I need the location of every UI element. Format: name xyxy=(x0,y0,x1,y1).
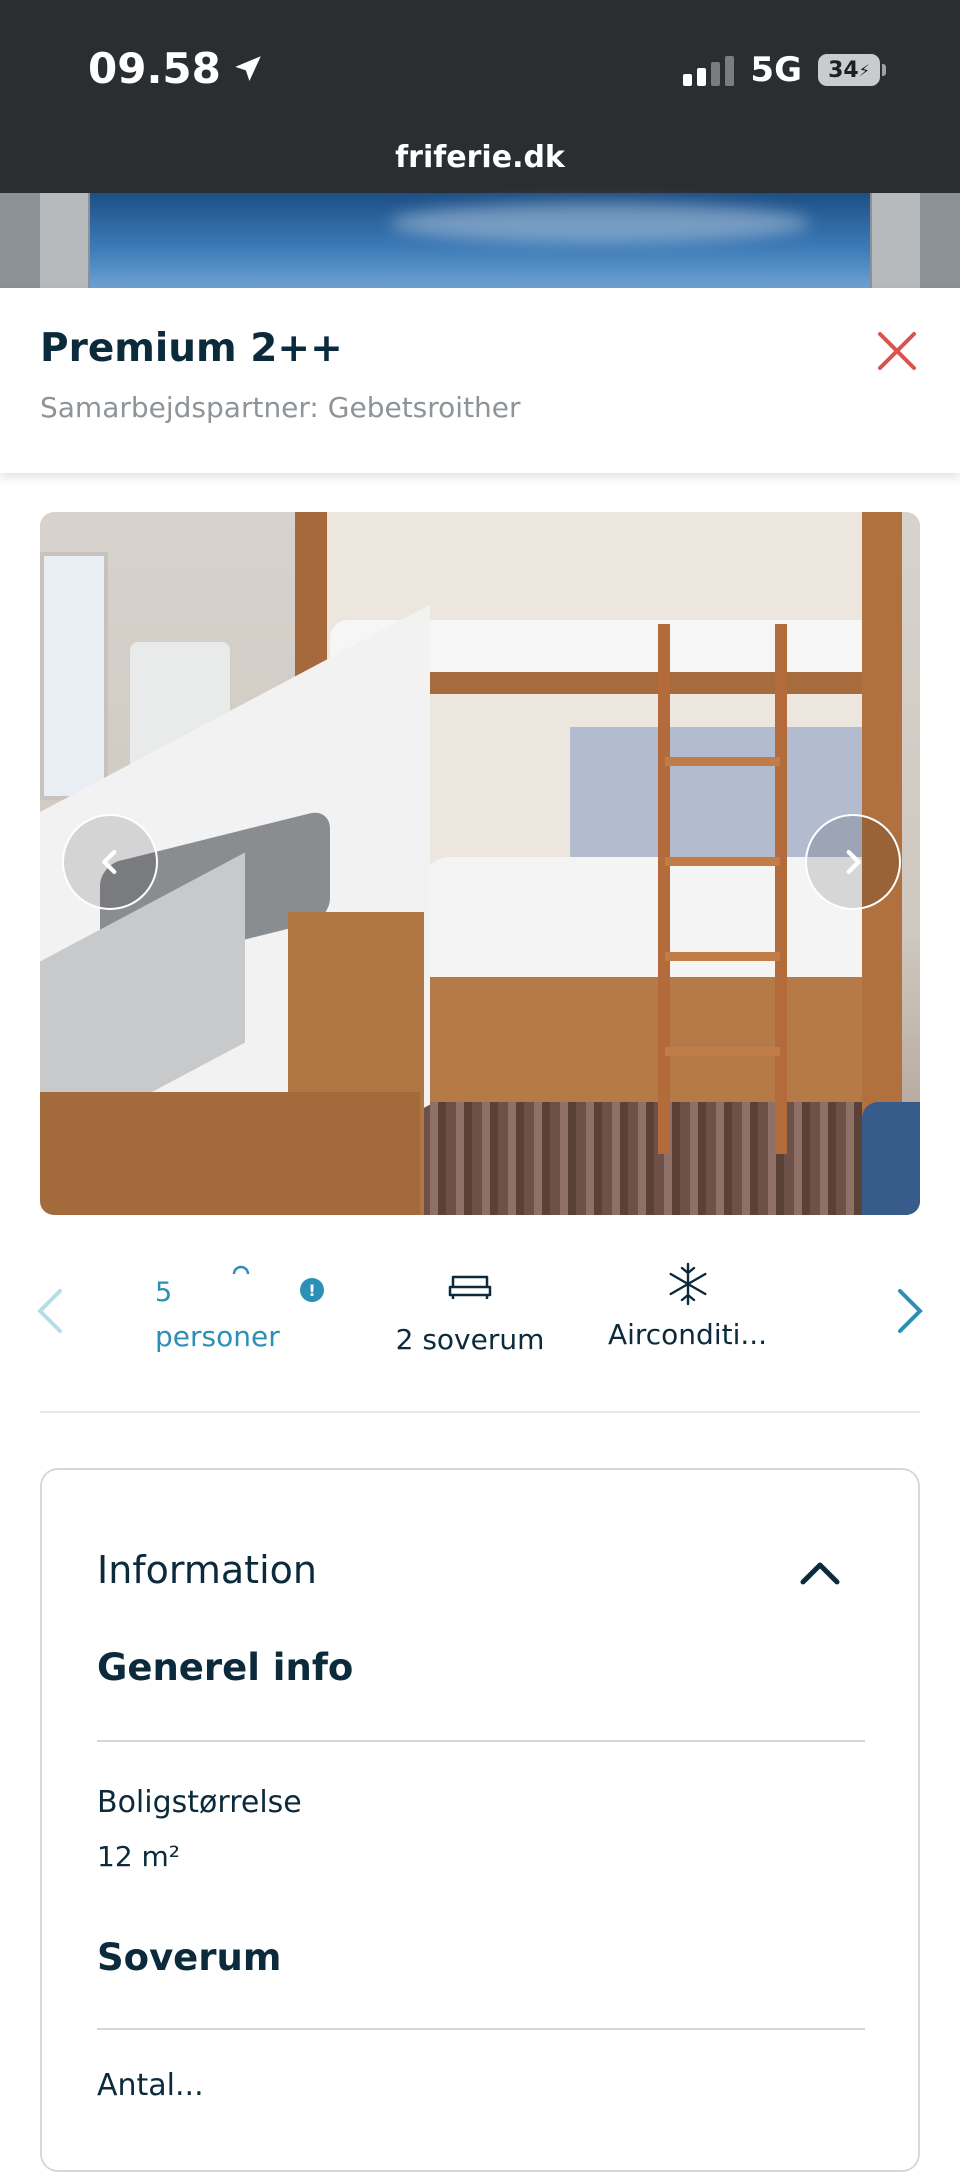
page-title: Premium 2++ xyxy=(40,326,343,371)
persons-count: 5 xyxy=(155,1277,173,1308)
gallery-prev-button[interactable] xyxy=(62,814,158,910)
chevron-right-icon xyxy=(898,1289,923,1333)
modal-header: Premium 2++ Samarbejdspartner: Gebetsroi… xyxy=(0,288,960,473)
divider xyxy=(40,1411,920,1413)
network-label: 5G xyxy=(750,50,802,90)
info-badge-icon[interactable]: ! xyxy=(300,1278,324,1302)
signal-icon xyxy=(683,54,735,86)
close-icon xyxy=(878,332,916,370)
location-arrow-icon xyxy=(235,55,261,81)
photo-gallery[interactable] xyxy=(40,512,920,1215)
background-page xyxy=(0,193,960,288)
background-photo xyxy=(90,193,870,288)
chevron-right-icon xyxy=(846,849,861,875)
features-prev-button[interactable] xyxy=(32,1283,68,1339)
status-time: 09.58 xyxy=(88,44,265,93)
status-indicators: 5G 34 ⚡ xyxy=(683,50,886,90)
feature-persons[interactable]: 5 personer xyxy=(155,1277,280,1353)
gallery-next-button[interactable] xyxy=(805,814,901,910)
partner-subtitle: Samarbejdspartner: Gebetsroither xyxy=(40,391,521,424)
close-button[interactable] xyxy=(874,328,920,374)
caravan-window xyxy=(40,552,108,800)
feature-bedrooms[interactable]: 2 soverum xyxy=(385,1265,555,1356)
section-title-general: Generel info xyxy=(97,1646,354,1689)
battery-level: 34 xyxy=(828,57,859,83)
information-panel: Information Generel info Boligstørrelse … xyxy=(40,1468,920,2172)
property-label: Antal... xyxy=(97,2068,204,2103)
features-next-button[interactable] xyxy=(892,1283,928,1339)
feature-aircon[interactable]: Airconditi... xyxy=(600,1260,775,1351)
section-title-bedrooms: Soverum xyxy=(97,1936,282,1979)
persons-icon xyxy=(232,1265,250,1275)
battery-icon: 34 ⚡ xyxy=(818,54,886,86)
property-value: 12 m² xyxy=(97,1840,181,1873)
floor xyxy=(420,1102,920,1215)
divider xyxy=(97,1740,865,1742)
information-heading[interactable]: Information xyxy=(97,1548,317,1592)
chevron-left-icon xyxy=(37,1289,62,1333)
snowflake-icon xyxy=(669,1262,706,1306)
address-bar-url[interactable]: friferie.dk xyxy=(0,140,960,175)
property-label: Boligstørrelse xyxy=(97,1785,302,1820)
bed-icon xyxy=(448,1275,492,1299)
status-bar: 09.58 5G 34 ⚡ friferie.dk xyxy=(0,0,960,193)
bedrooms-label: 2 soverum xyxy=(395,1323,545,1356)
chevron-left-icon xyxy=(102,849,117,875)
divider xyxy=(97,2028,865,2030)
collapse-button[interactable] xyxy=(797,1550,843,1596)
aircon-label: Airconditi... xyxy=(607,1318,768,1351)
persons-label: personer xyxy=(155,1320,280,1353)
chevron-up-icon xyxy=(800,1562,840,1585)
time-text: 09.58 xyxy=(88,44,221,93)
features-carousel: 5 personer 2 soverum Airconditi... xyxy=(0,1215,960,1415)
